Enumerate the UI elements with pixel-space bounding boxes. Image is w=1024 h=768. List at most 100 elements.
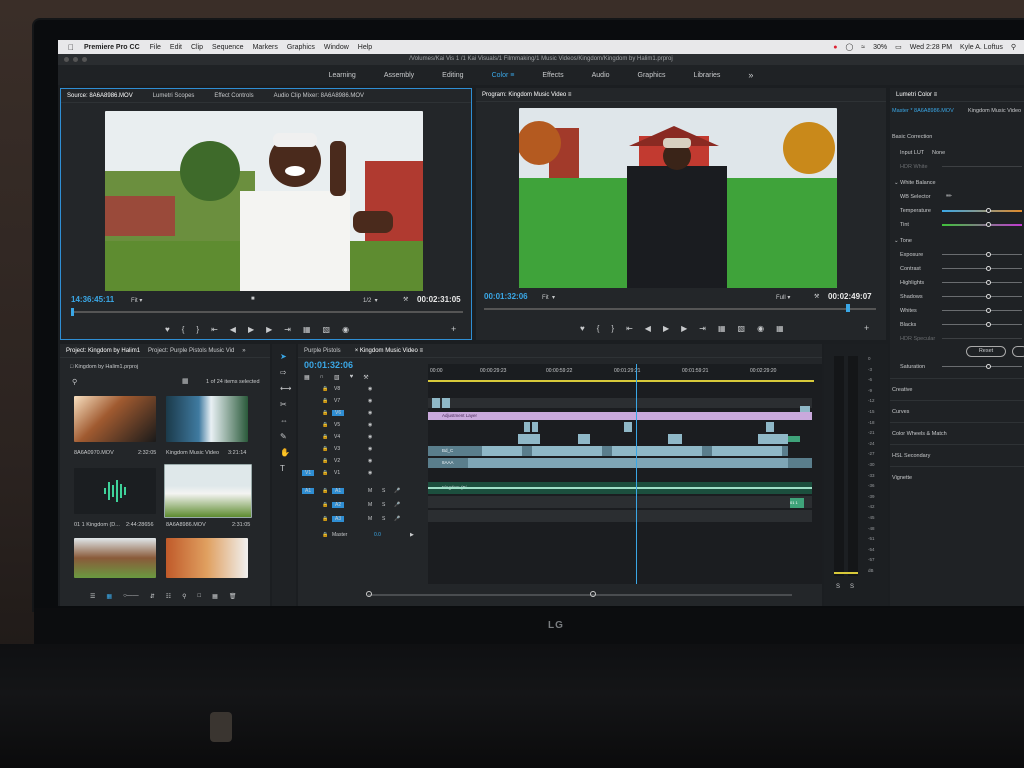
extract-icon[interactable]: ▧: [738, 324, 746, 333]
workspace-assembly[interactable]: Assembly: [384, 72, 414, 79]
insert-icon[interactable]: ▦: [303, 325, 311, 334]
new-item-icon[interactable]: ▦: [212, 593, 218, 600]
clip-v3-green[interactable]: [788, 436, 800, 442]
exposure-slider[interactable]: [942, 254, 1022, 255]
section-vignette[interactable]: Vignette: [890, 466, 1024, 488]
solo-icon[interactable]: S: [382, 516, 385, 522]
temperature-slider[interactable]: [942, 210, 1022, 212]
solo-icon[interactable]: S: [382, 488, 385, 494]
list-view-icon[interactable]: ☰: [90, 593, 95, 600]
track-a1[interactable]: A1 🔒 A1 M S 🎤: [298, 488, 426, 499]
time-ruler[interactable]: 00:00 00:00:29:23 00:00:59:22 00:01:29:2…: [428, 364, 822, 384]
lock-icon[interactable]: 🔒: [322, 446, 328, 452]
tab-audio-clip-mixer[interactable]: Audio Clip Mixer: 8A6A8986.MOV: [274, 93, 364, 99]
eye-icon[interactable]: ◉: [368, 470, 372, 476]
hamburger-icon[interactable]: ≡: [510, 72, 514, 79]
mic-icon[interactable]: 🎤: [394, 488, 400, 494]
white-balance-header[interactable]: ⌄ White Balance: [894, 180, 936, 186]
hand-tool-icon[interactable]: ✋: [280, 448, 290, 457]
solo-icon[interactable]: S: [382, 502, 385, 508]
step-back-icon[interactable]: ◀: [230, 325, 236, 334]
timeline-zoom-bar[interactable]: [368, 594, 792, 596]
add-marker-timeline-icon[interactable]: ♥: [350, 374, 354, 381]
thumb-audio-kingdom[interactable]: [74, 468, 156, 514]
timeline-timecode[interactable]: 00:01:32:06: [304, 360, 353, 370]
lift-icon[interactable]: ▦: [718, 324, 726, 333]
selection-tool-icon[interactable]: ➤: [280, 352, 287, 361]
lock-icon[interactable]: 🔒: [322, 488, 328, 494]
program-export-frame-icon[interactable]: ◉: [757, 324, 764, 333]
track-v4[interactable]: 🔒 V4 ◉: [298, 434, 426, 445]
tab-effect-controls[interactable]: Effect Controls: [214, 93, 253, 99]
mute-icon[interactable]: M: [368, 488, 372, 494]
apple-icon[interactable]: : [68, 43, 74, 52]
program-mark-in-icon[interactable]: {: [597, 324, 600, 333]
lock-icon[interactable]: 🔒: [322, 398, 328, 404]
lock-icon[interactable]: 🔒: [322, 386, 328, 392]
lock-icon[interactable]: 🔒: [322, 470, 328, 476]
pen-tool-icon[interactable]: ✎: [280, 432, 287, 441]
program-go-to-in-icon[interactable]: ⇤: [626, 324, 633, 333]
lock-icon[interactable]: 🔒: [322, 458, 328, 464]
input-lut-select[interactable]: None: [932, 150, 945, 156]
clip-v3-a[interactable]: [518, 434, 540, 444]
track-master[interactable]: 🔒 Master 0.0 ▶: [298, 532, 426, 543]
clip-adjustment-layer[interactable]: Adjustment Layer: [428, 412, 812, 420]
trash-icon[interactable]: 🗑: [229, 593, 237, 600]
program-timecode-in[interactable]: 00:01:32:06: [484, 292, 528, 301]
whites-slider[interactable]: [942, 310, 1022, 311]
export-frame-icon[interactable]: ◉: [342, 325, 349, 334]
insert-sequence-icon[interactable]: ▦: [304, 374, 310, 381]
overwrite-icon[interactable]: ▧: [323, 325, 331, 334]
highlights-slider[interactable]: [942, 282, 1022, 283]
mic-icon[interactable]: 🎤: [394, 502, 400, 508]
track-v8[interactable]: 🔒 V8 ◉: [298, 386, 426, 397]
wrench-icon[interactable]: ⚒: [403, 296, 408, 303]
lock-icon[interactable]: 🔒: [322, 422, 328, 428]
go-to-out-icon[interactable]: ⇥: [284, 325, 291, 334]
eye-icon[interactable]: ◉: [368, 458, 372, 464]
master-end-icon[interactable]: ▶: [410, 532, 414, 538]
track-v2[interactable]: 🔒 V2 ◉: [298, 458, 426, 469]
play-icon[interactable]: ▶: [248, 325, 254, 334]
battery-percent[interactable]: 30%: [873, 44, 887, 51]
clip-v2-overlay-a[interactable]: [482, 446, 522, 456]
workspace-editing[interactable]: Editing: [442, 72, 463, 79]
timeline-playhead[interactable]: [636, 364, 637, 584]
project-search-icon[interactable]: ⚲: [72, 378, 77, 386]
hdr-specular-slider[interactable]: [942, 338, 1022, 339]
lock-icon[interactable]: 🔒: [322, 502, 328, 508]
basic-correction-header[interactable]: Basic Correction: [892, 134, 932, 140]
clip-v4-c[interactable]: [624, 422, 632, 432]
eye-icon[interactable]: ◉: [368, 398, 372, 404]
minimize-window-button[interactable]: [73, 57, 78, 62]
menu-window[interactable]: Window: [324, 44, 349, 51]
lumetri-sequence-target[interactable]: Kingdom Music Video: [968, 108, 1021, 114]
solo-right-button[interactable]: S: [850, 584, 854, 590]
clock[interactable]: Wed 2:28 PM: [910, 44, 952, 51]
slip-tool-icon[interactable]: ⇔: [280, 416, 288, 425]
tab-lumetri-scopes[interactable]: Lumetri Scopes: [153, 93, 195, 99]
program-fit-select[interactable]: Fit ▾: [542, 294, 555, 301]
new-bin-icon[interactable]: ▦: [182, 377, 189, 385]
tab-program[interactable]: Program: Kingdom Music Video ≡: [482, 92, 571, 98]
program-wrench-icon[interactable]: ⚒: [814, 293, 819, 300]
source-playhead[interactable]: [71, 308, 74, 316]
linked-selection-icon[interactable]: ▧: [334, 374, 340, 381]
track-area[interactable]: Adjustment Layer Bd_C 8AAA Kingdom (Di..…: [428, 364, 822, 584]
compare-icon[interactable]: ▦: [776, 324, 784, 333]
menu-help[interactable]: Help: [358, 44, 372, 51]
icon-view-icon[interactable]: ▦: [106, 593, 112, 600]
snap-icon[interactable]: ∩: [320, 374, 324, 381]
clip-v2-overlay-b[interactable]: [532, 446, 602, 456]
blacks-slider[interactable]: [942, 324, 1022, 325]
section-hsl-secondary[interactable]: HSL Secondary: [890, 444, 1024, 466]
section-color-wheels[interactable]: Color Wheels & Match: [890, 422, 1024, 444]
track-v5[interactable]: 🔒 V5 ◉: [298, 422, 426, 433]
highlights-knob[interactable]: [986, 280, 991, 285]
clip-v1-overlay-a[interactable]: [468, 458, 788, 468]
menu-file[interactable]: File: [150, 44, 161, 51]
track-v7[interactable]: 🔒 V7 ◉: [298, 398, 426, 409]
thumb-8a6a8986-selected[interactable]: [164, 464, 252, 518]
clip-v3-c[interactable]: [668, 434, 682, 444]
